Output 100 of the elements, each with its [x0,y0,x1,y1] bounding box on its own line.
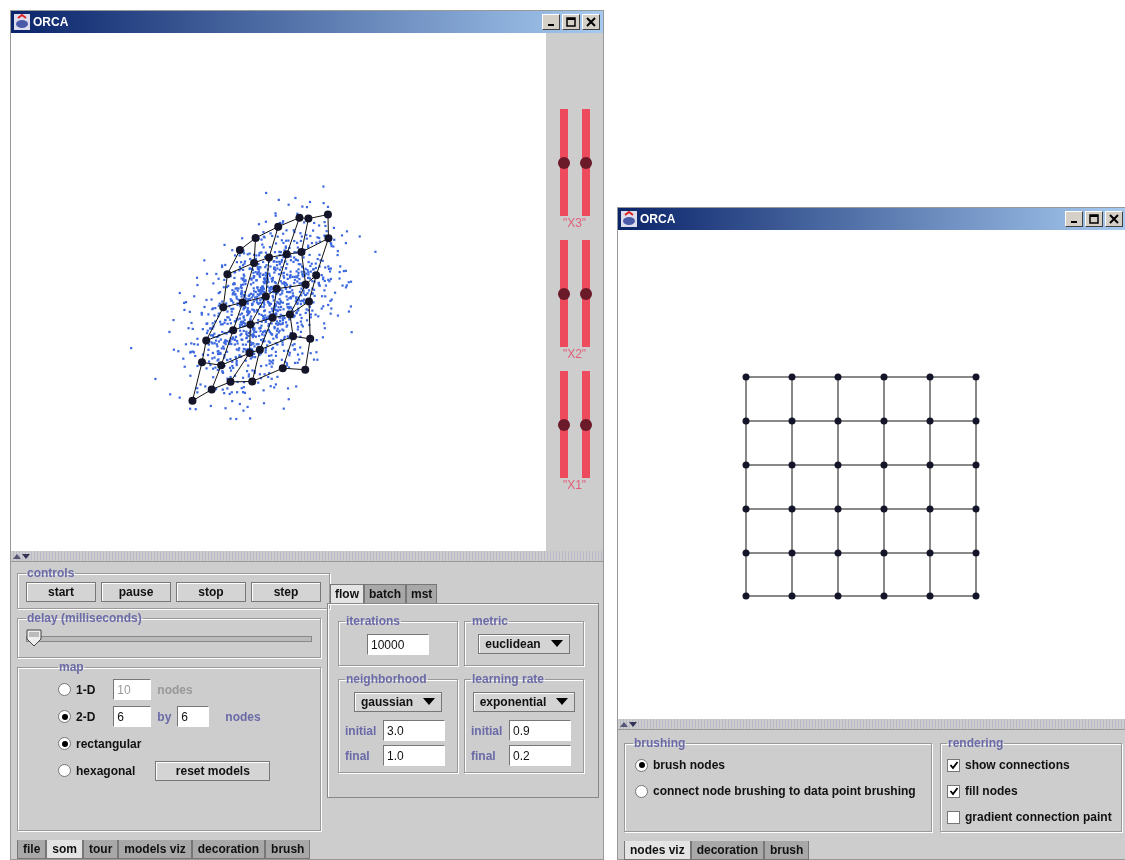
checkbox[interactable]: gradient connection paint [947,810,1112,824]
grid-node [788,592,796,600]
window-title: ORCA [640,212,676,226]
control-button[interactable]: step [251,582,321,602]
radio-button[interactable]: connect node brushing to data point brushing [635,784,916,798]
delay-slider[interactable] [26,629,312,649]
initial-field[interactable]: 3.0 [383,720,445,741]
width-field[interactable]: 6 [113,706,152,727]
variable-slider[interactable] [559,240,568,347]
dropdown[interactable]: exponential [472,692,576,712]
minimize-button[interactable] [542,14,560,30]
grid-node [972,592,980,600]
grid-node [926,417,934,425]
tab[interactable]: brush [764,841,810,860]
grid-node [880,549,888,557]
group-title: learning rate [471,672,546,686]
control-button[interactable]: pause [101,582,171,602]
slider-knob[interactable] [557,287,570,300]
final-field[interactable]: 0.2 [509,745,571,766]
height-field[interactable]: 6 [177,706,210,727]
maximize-button[interactable] [562,14,580,30]
som-node [250,258,259,267]
variable-slider[interactable] [559,109,568,216]
som-node [282,250,291,259]
grid-node [834,461,842,469]
minimize-icon [548,24,554,26]
grid-node [742,505,750,513]
close-button[interactable] [582,14,600,30]
maximize-icon [1089,214,1099,224]
tab[interactable]: decoration [191,840,266,859]
tab[interactable]: batch [364,584,406,603]
grid-node [926,373,934,381]
collapse-arrows-icon[interactable] [618,720,638,728]
slider-knob[interactable] [557,156,570,169]
som-node [248,377,257,386]
grid-node [926,505,934,513]
radio-button[interactable]: rectangular [58,736,142,751]
minimize-button[interactable] [1065,211,1083,227]
radio-button[interactable]: brush nodes [635,758,725,772]
iterations-field[interactable]: 10000 [367,634,429,655]
slider-knob[interactable] [579,287,592,300]
grid-node [834,373,842,381]
tab[interactable]: nodes viz [624,841,691,860]
slider-thumb[interactable] [26,629,42,647]
slider-knob[interactable] [579,418,592,431]
group-title: map [58,660,85,674]
variable-slider[interactable] [559,371,568,478]
tab[interactable]: decoration [690,841,765,860]
checkbox[interactable]: show connections [947,758,1070,772]
maximize-icon [566,17,576,27]
tab[interactable]: tour [83,840,119,859]
tab[interactable]: flow [330,584,364,603]
tab[interactable]: file [17,840,47,859]
control-button[interactable]: stop [176,582,246,602]
variable-label: "X3" [562,216,587,230]
som-node [261,292,270,301]
radio-button[interactable]: 1-D [58,682,96,697]
dropdown[interactable]: gaussian [354,692,442,712]
final-field[interactable]: 1.0 [383,745,445,766]
som-node [268,313,277,322]
control-button[interactable]: start [26,582,96,602]
slider-knob[interactable] [557,418,570,431]
checkbox[interactable]: fill nodes [947,784,1018,798]
som-node [188,396,197,405]
nodes-label: nodes [225,709,261,724]
tab[interactable]: mst [406,584,438,603]
som-node [312,271,321,280]
collapse-arrows-icon[interactable] [11,552,31,560]
grid-node [788,549,796,557]
variable-slider[interactable] [581,240,590,347]
final-label: final [345,748,371,763]
initial-label: initial [471,723,504,738]
variable-slider[interactable] [581,371,590,478]
group-title: neighborhood [345,672,428,686]
slider-knob[interactable] [579,156,592,169]
maximize-button[interactable] [1085,211,1103,227]
final-label: final [471,748,497,763]
som-node [324,234,333,243]
radio-button[interactable]: hexagonal [58,763,136,778]
reset-models-button[interactable]: reset models [155,760,271,781]
by-label: by [157,709,172,724]
grid-node [880,417,888,425]
radio-button[interactable]: 2-D [58,709,96,724]
grid-node [972,461,980,469]
grid-node [880,592,888,600]
tab[interactable]: brush [265,840,311,859]
dropdown[interactable]: euclidean [478,634,570,654]
grid-node [834,417,842,425]
som-node [285,310,294,319]
group-title: iterations [345,614,401,628]
app-icon [621,211,637,227]
tab[interactable]: som [46,840,84,859]
window-title: ORCA [33,15,69,29]
tab[interactable]: models viz [118,840,192,859]
som-node [238,298,247,307]
initial-field[interactable]: 0.9 [509,720,571,741]
grid-node [926,549,934,557]
variable-label: "X1" [562,478,587,492]
close-button[interactable] [1105,211,1123,227]
variable-slider[interactable] [581,109,590,216]
